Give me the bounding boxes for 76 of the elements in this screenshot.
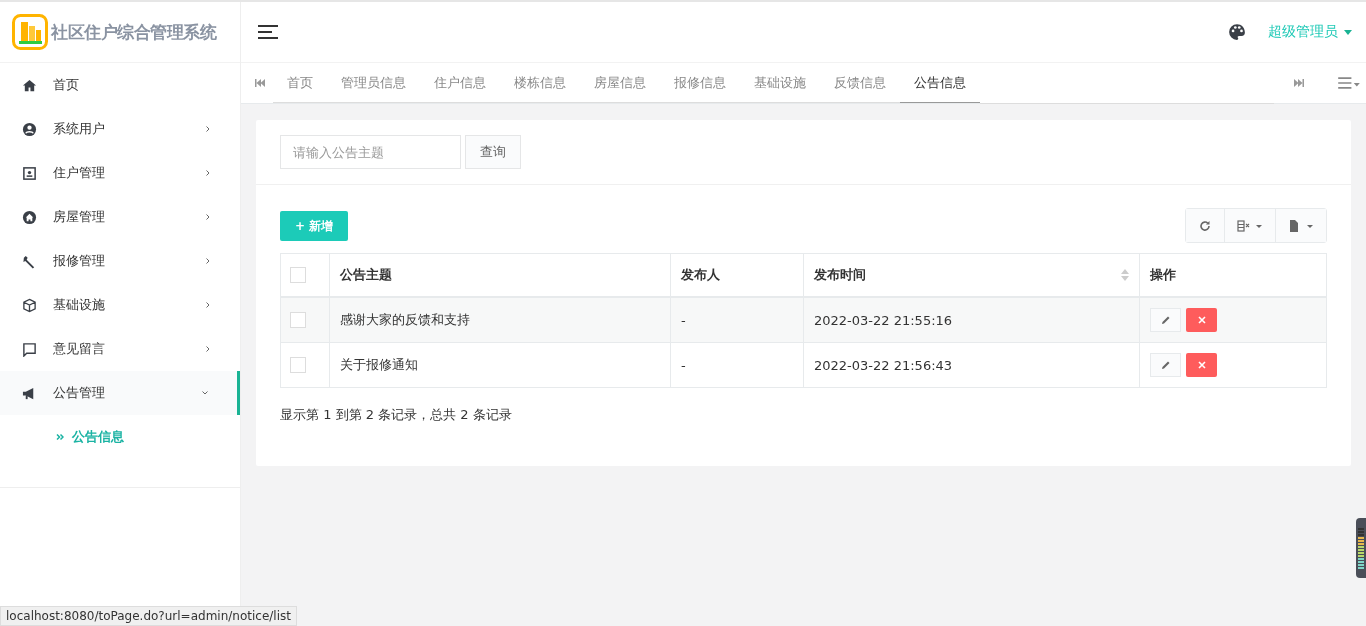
search-field[interactable]: 请输入公告主题	[280, 135, 461, 169]
house-icon	[22, 209, 37, 225]
tab[interactable]: 房屋信息	[580, 63, 660, 103]
close-icon	[1197, 316, 1206, 324]
skip-forward-icon[interactable]	[1294, 79, 1304, 87]
query-button[interactable]: 查询	[465, 135, 521, 169]
user-dropdown[interactable]: 超级管理员	[1268, 23, 1352, 41]
sort-icon[interactable]	[1121, 269, 1129, 281]
tab[interactable]: 报修信息	[660, 63, 740, 103]
table-cell: 2022-03-22 21:56:43	[814, 357, 953, 373]
status-url: localhost:8080/toPage.do?url=admin/notice/list	[0, 606, 297, 626]
double-chevron-right-icon	[56, 433, 64, 441]
caret-down-icon	[1344, 29, 1352, 35]
tab[interactable]: 首页	[273, 63, 327, 103]
export-dropdown-button[interactable]	[1275, 209, 1326, 242]
table-cell: 关于报修通知	[340, 357, 418, 372]
menu-icon[interactable]	[258, 25, 278, 39]
comment-icon	[22, 341, 37, 357]
chevron-right-icon	[204, 169, 212, 177]
sidebar-item[interactable]: 公告管理	[0, 371, 240, 415]
close-icon	[1197, 361, 1206, 369]
columns-dropdown-button[interactable]	[1224, 209, 1275, 242]
chevron-right-icon	[204, 301, 212, 309]
delete-button[interactable]	[1186, 353, 1217, 377]
building-logo-icon	[12, 14, 48, 50]
table-cell: 2022-03-22 21:55:16	[814, 312, 953, 328]
edit-button[interactable]	[1150, 308, 1181, 332]
row-checkbox[interactable]	[290, 357, 306, 373]
contact-card-icon	[22, 165, 37, 181]
app-title: 社区住户综合管理系统	[51, 20, 216, 44]
tab[interactable]: 楼栋信息	[500, 63, 580, 103]
refresh-icon	[1199, 219, 1211, 232]
tab[interactable]: 管理员信息	[327, 63, 420, 103]
pagination-info: 显示第 1 到第 2 条记录，总共 2 条记录	[280, 406, 513, 424]
row-checkbox[interactable]	[290, 312, 306, 328]
table-cell: 感谢大家的反馈和支持	[340, 312, 470, 327]
tab[interactable]: 住户信息	[420, 63, 500, 103]
list-dropdown-icon[interactable]	[1338, 77, 1360, 89]
chevron-right-icon	[204, 257, 212, 265]
submenu-item[interactable]: 公告信息	[0, 415, 240, 459]
edit-button[interactable]	[1150, 353, 1181, 377]
sidebar-item[interactable]: 房屋管理	[0, 195, 240, 239]
sidebar-item[interactable]: 首页	[0, 63, 240, 107]
pencil-icon	[1160, 360, 1171, 370]
side-handle-drawing[interactable]	[1356, 518, 1366, 578]
column-header: 发布时间	[814, 266, 866, 284]
user-circle-icon	[22, 121, 37, 137]
tab[interactable]: 公告信息	[900, 63, 980, 103]
sidebar-item[interactable]: 住户管理	[0, 151, 240, 195]
pencil-icon	[1160, 315, 1171, 325]
file-caret-icon	[1288, 219, 1314, 232]
wrench-icon	[22, 253, 37, 269]
cube-icon	[22, 297, 37, 313]
sidebar-item[interactable]: 意见留言	[0, 327, 240, 371]
sidebar-item[interactable]: 报修管理	[0, 239, 240, 283]
skip-back-icon[interactable]	[255, 79, 265, 87]
chevron-down-icon	[201, 389, 209, 397]
table-cell: -	[681, 357, 686, 373]
delete-button[interactable]	[1186, 308, 1217, 332]
column-header: 发布人	[681, 266, 720, 284]
home-icon	[22, 77, 37, 93]
sidebar-item[interactable]: 基础设施	[0, 283, 240, 327]
chevron-right-icon	[204, 213, 212, 221]
chevron-right-icon	[204, 345, 212, 353]
column-header: 操作	[1150, 266, 1176, 284]
column-header: 公告主题	[340, 266, 392, 284]
refresh-button[interactable]	[1186, 209, 1224, 242]
columns-caret-icon	[1237, 219, 1263, 232]
table-cell: -	[681, 312, 686, 328]
sidebar-item[interactable]: 系统用户	[0, 107, 240, 151]
chevron-right-icon	[204, 125, 212, 133]
add-button[interactable]: + 新增	[280, 211, 349, 241]
tab[interactable]: 反馈信息	[820, 63, 900, 103]
tab[interactable]: 基础设施	[740, 63, 820, 103]
palette-icon[interactable]	[1228, 23, 1246, 41]
select-all-checkbox[interactable]	[290, 267, 306, 283]
